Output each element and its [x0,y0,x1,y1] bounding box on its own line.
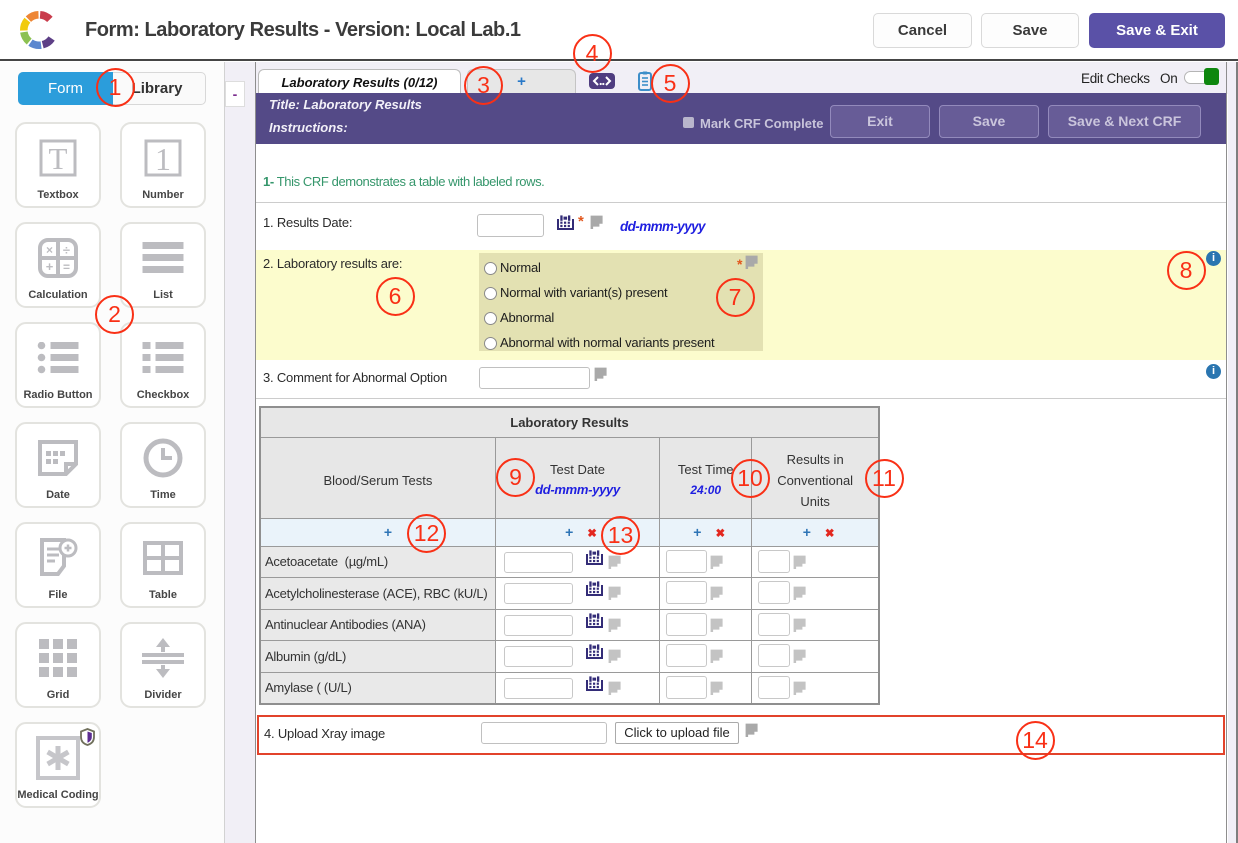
svg-text:T: T [49,141,68,176]
svg-text:1: 1 [155,141,171,177]
svg-text:=: = [63,260,70,274]
svg-text:÷: ÷ [63,243,70,258]
svg-text:+: + [46,259,54,274]
svg-text:×: × [46,243,53,257]
